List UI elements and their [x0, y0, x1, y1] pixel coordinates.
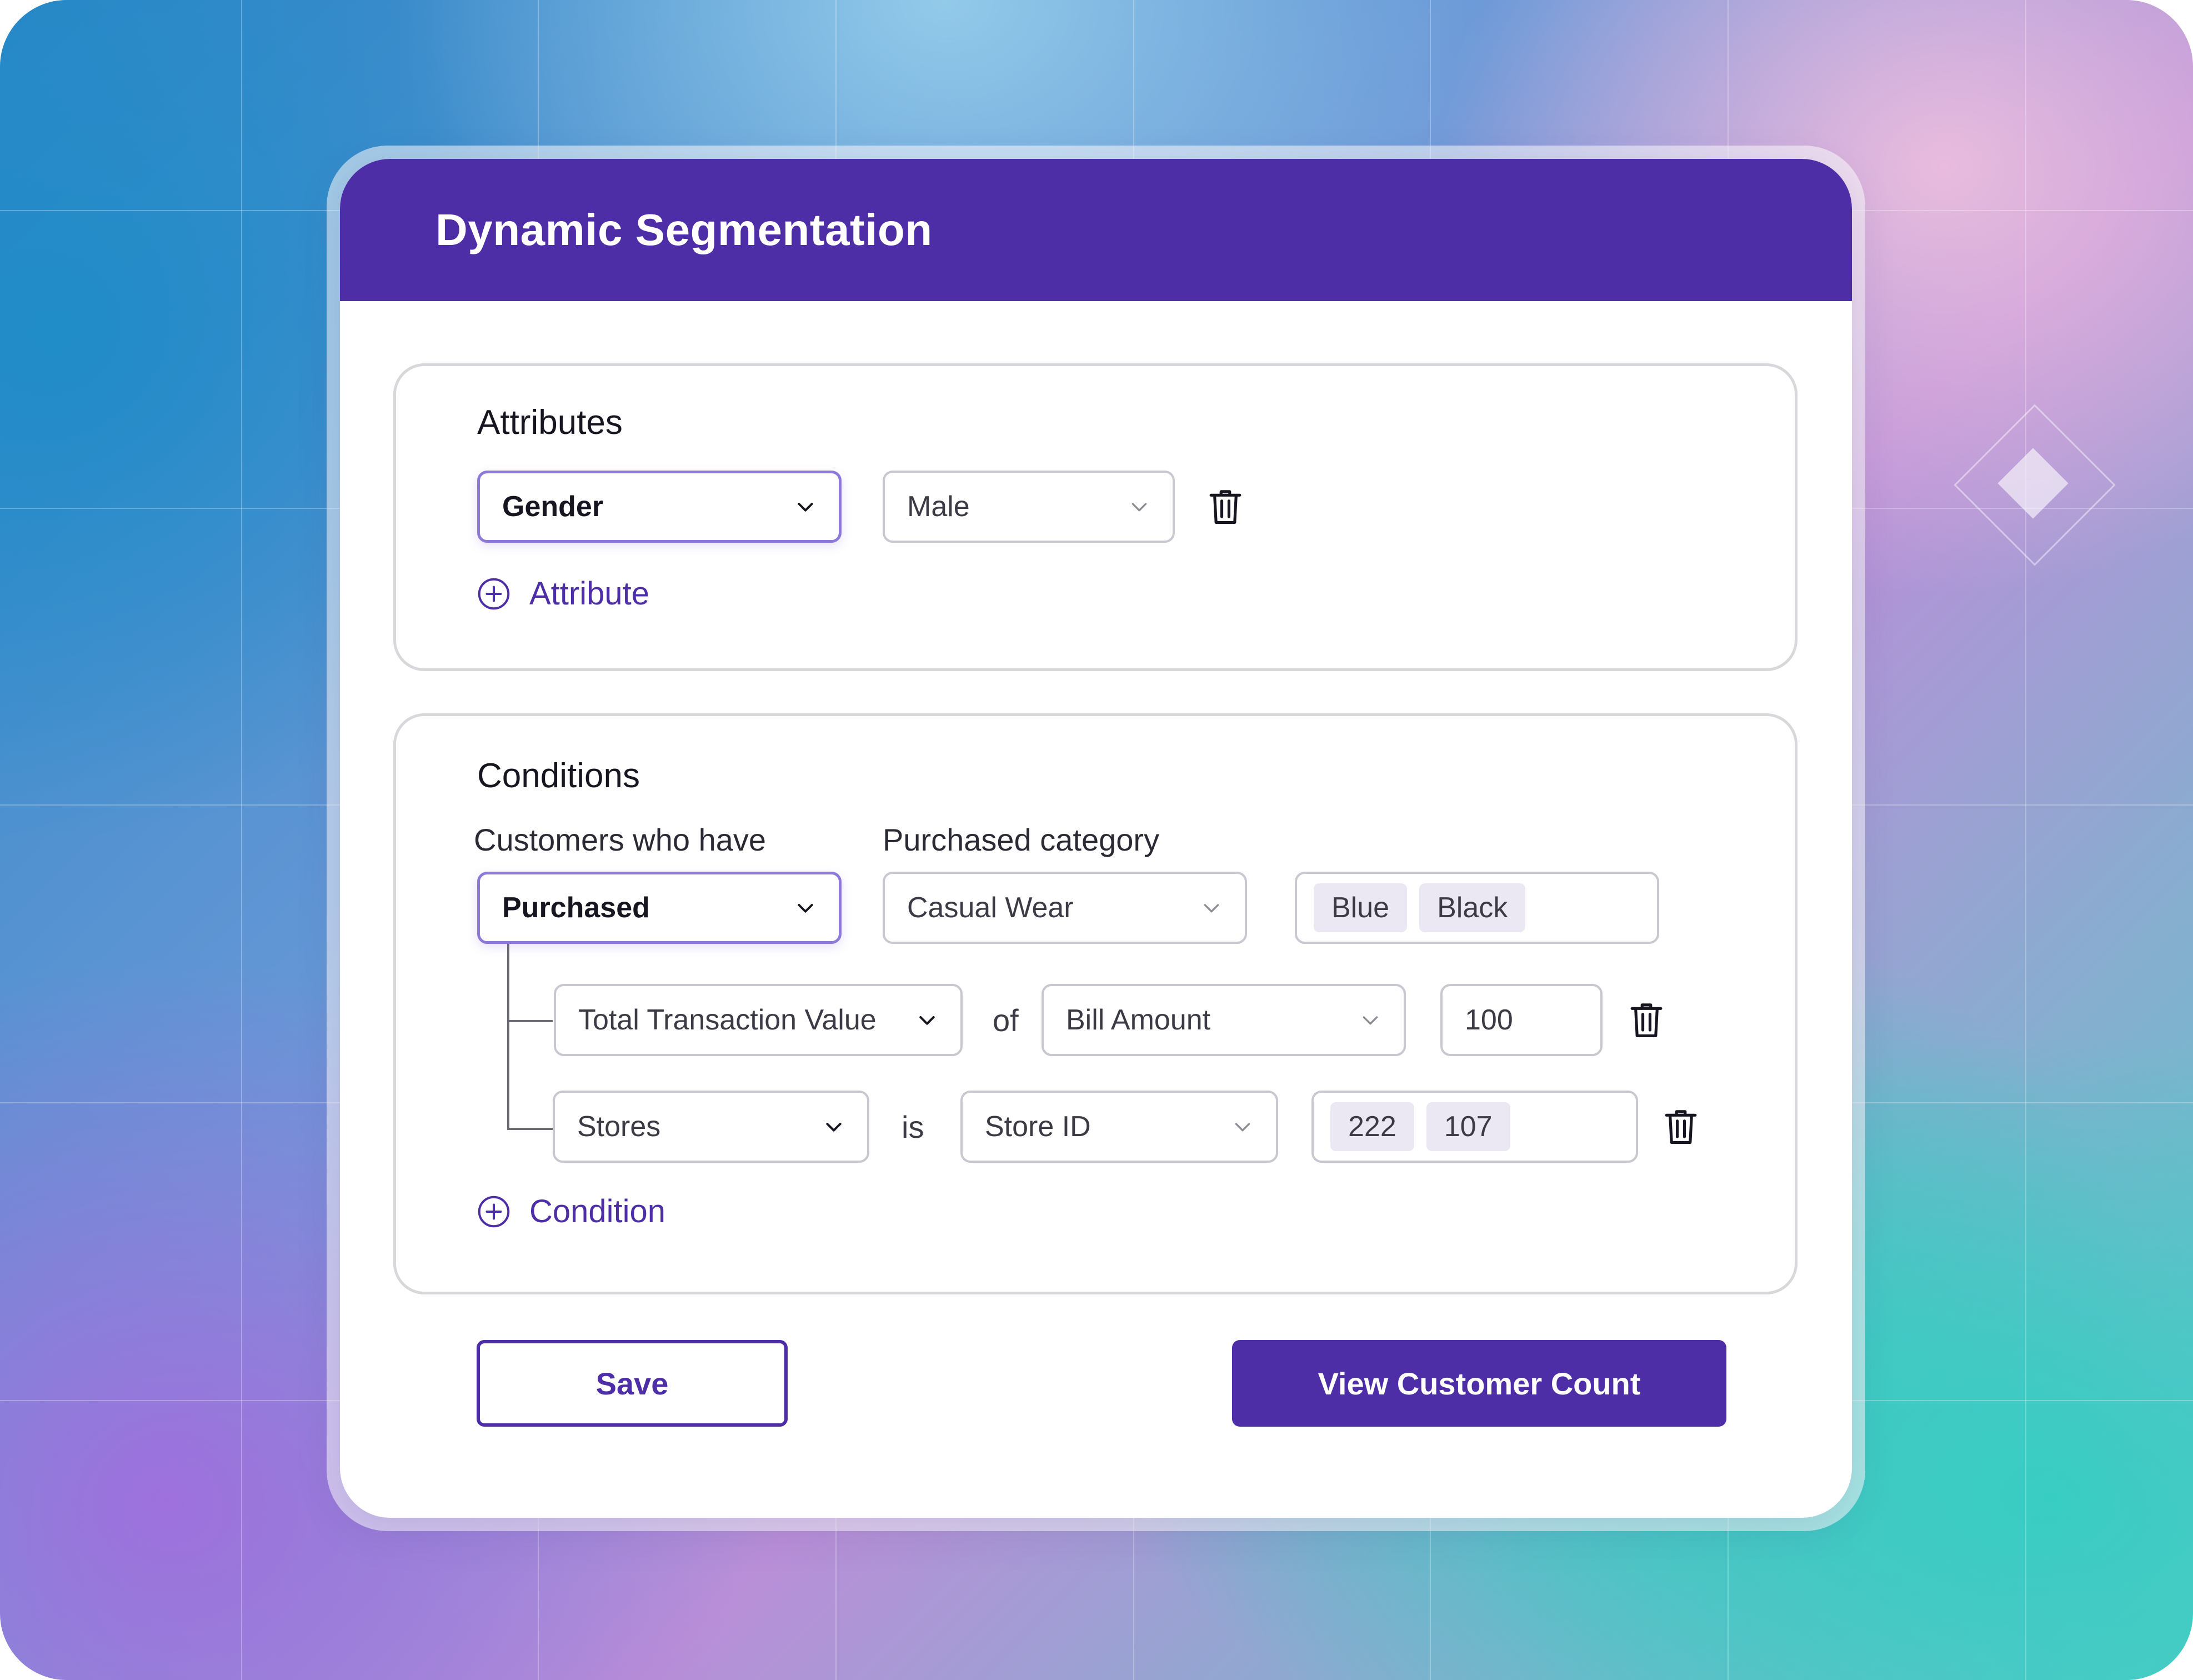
purchased-category-label: Purchased category: [883, 822, 1160, 857]
chevron-down-icon: [1204, 904, 1219, 913]
grid-line: [241, 0, 242, 1680]
store-ids-input[interactable]: 222 107: [1311, 1091, 1638, 1163]
add-condition-button[interactable]: Condition: [477, 1193, 665, 1230]
customers-who-have-label: Customers who have: [474, 822, 767, 857]
card-header: Dynamic Segmentation: [340, 159, 1852, 301]
tag-chip[interactable]: 222: [1330, 1102, 1414, 1151]
attribute-value: Male: [907, 491, 970, 523]
tag-chip[interactable]: 107: [1426, 1102, 1510, 1151]
tree-connector: [507, 1020, 553, 1022]
attributes-panel: Attributes Gender Male Attribute: [393, 363, 1798, 671]
trash-icon[interactable]: [1629, 1001, 1664, 1039]
tag-chip[interactable]: Black: [1419, 883, 1526, 932]
store-id-select[interactable]: Store ID: [960, 1091, 1278, 1163]
amount-value: 100: [1465, 1004, 1513, 1036]
conditions-panel: Conditions Customers who have Purchased …: [393, 713, 1798, 1294]
add-condition-label: Condition: [529, 1193, 666, 1229]
chevron-down-icon: [798, 904, 813, 913]
customer-action-select[interactable]: Purchased: [477, 872, 842, 944]
attribute-select[interactable]: Gender: [477, 471, 842, 543]
chevron-down-icon: [1235, 1123, 1250, 1132]
tag-chip[interactable]: Blue: [1314, 883, 1408, 932]
trash-icon[interactable]: [1208, 488, 1243, 526]
add-attribute-label: Attribute: [529, 576, 649, 612]
grid-line: [2025, 0, 2026, 1680]
metric-value: Total Transaction Value: [578, 1004, 877, 1036]
bill-field-select[interactable]: Bill Amount: [1042, 984, 1406, 1056]
metric-select[interactable]: Total Transaction Value: [554, 984, 963, 1056]
chevron-down-icon: [919, 1016, 935, 1025]
customer-action-value: Purchased: [502, 892, 650, 924]
category-value: Casual Wear: [907, 892, 1074, 924]
connector-word-is: is: [902, 1109, 924, 1144]
category-tags-input[interactable]: Blue Black: [1295, 872, 1659, 944]
stores-select[interactable]: Stores: [553, 1091, 869, 1163]
amount-input[interactable]: 100: [1440, 984, 1603, 1056]
view-customer-count-button[interactable]: View Customer Count: [1232, 1340, 1726, 1427]
chevron-down-icon: [826, 1123, 842, 1132]
chevron-down-icon: [1363, 1016, 1378, 1025]
connector-word-of: of: [993, 1003, 1019, 1038]
attribute-value-select[interactable]: Male: [883, 471, 1175, 543]
conditions-title: Conditions: [477, 757, 640, 795]
attribute-select-value: Gender: [502, 491, 604, 523]
attributes-title: Attributes: [477, 403, 623, 442]
bill-field-value: Bill Amount: [1066, 1004, 1211, 1036]
segmentation-card: Dynamic Segmentation Attributes Gender M…: [340, 159, 1852, 1518]
page-title: Dynamic Segmentation: [435, 205, 933, 254]
chevron-down-icon: [1131, 503, 1147, 512]
add-attribute-button[interactable]: Attribute: [477, 575, 649, 612]
plus-circle-icon: [478, 1196, 510, 1227]
store-id-field: Store ID: [985, 1111, 1091, 1143]
category-select[interactable]: Casual Wear: [883, 872, 1247, 944]
tree-connector: [507, 944, 509, 1130]
plus-circle-icon: [478, 578, 510, 609]
chevron-down-icon: [798, 503, 813, 512]
save-button[interactable]: Save: [477, 1340, 788, 1427]
stores-value: Stores: [577, 1111, 661, 1143]
trash-icon[interactable]: [1664, 1108, 1698, 1146]
tree-connector: [507, 1128, 553, 1130]
